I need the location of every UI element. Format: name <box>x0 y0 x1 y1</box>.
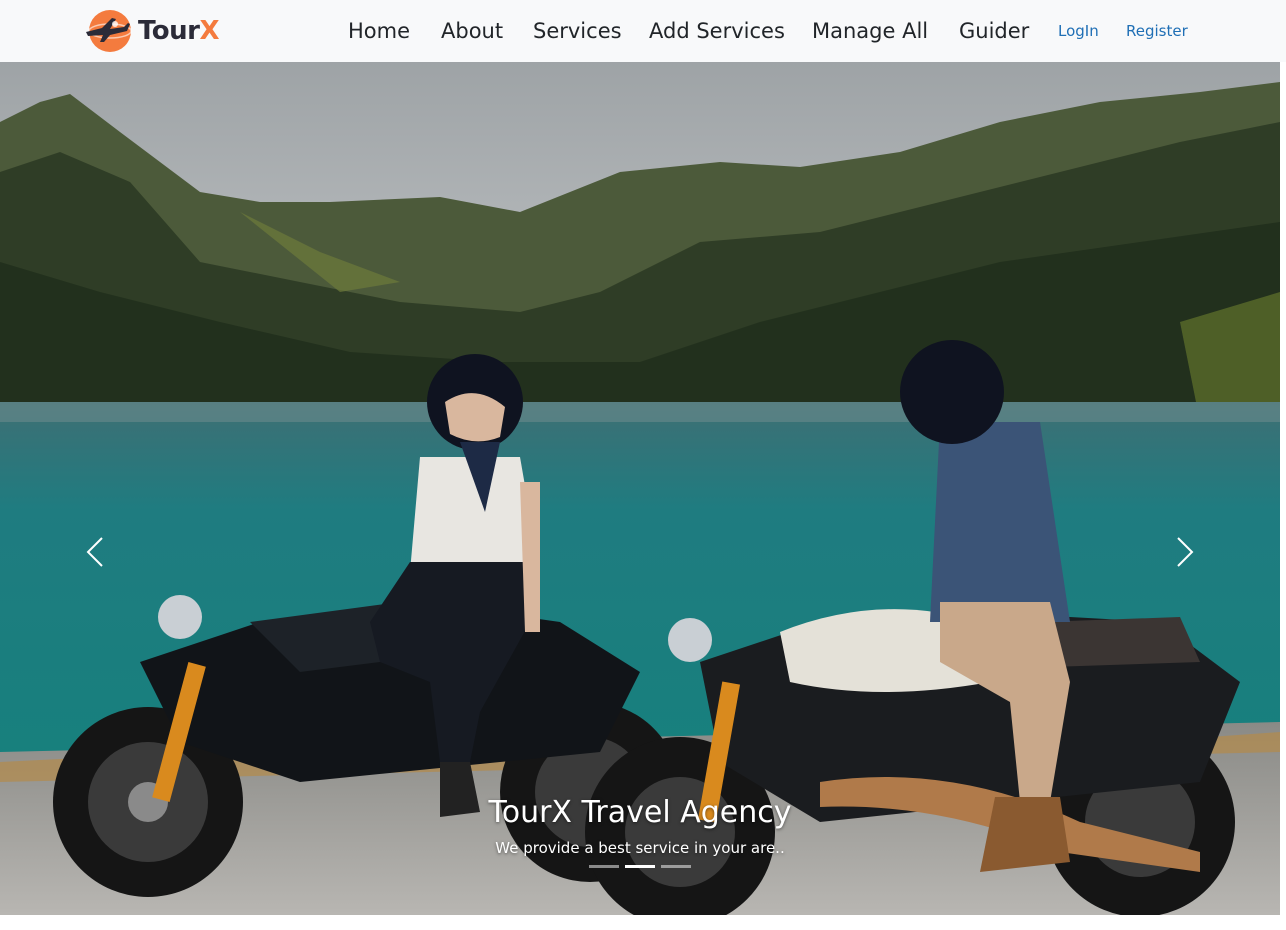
airplane-globe-icon <box>86 10 132 52</box>
nav-register[interactable]: Register <box>1126 21 1188 41</box>
carousel-caption-subtitle: We provide a best service in your are.. <box>495 839 785 857</box>
nav-home[interactable]: Home <box>348 17 410 45</box>
navbar: TourX Home About Services Add Services M… <box>0 0 1286 62</box>
carousel-indicator-1[interactable] <box>589 865 619 868</box>
nav-services[interactable]: Services <box>533 17 622 45</box>
nav-guider[interactable]: Guider <box>959 17 1029 45</box>
hero-carousel: TourX Travel Agency We provide a best se… <box>0 62 1280 915</box>
nav-add-services[interactable]: Add Services <box>649 17 785 45</box>
nav-login[interactable]: LogIn <box>1058 21 1099 41</box>
carousel-indicators <box>589 865 691 868</box>
carousel-indicator-3[interactable] <box>661 865 691 868</box>
carousel-caption-title: TourX Travel Agency <box>488 795 792 830</box>
nav-about[interactable]: About <box>441 17 503 45</box>
nav-manage-all[interactable]: Manage All <box>812 17 928 45</box>
hero-slide-image <box>0 62 1280 915</box>
brand-name: TourX <box>138 16 220 46</box>
chevron-left-icon[interactable] <box>76 532 116 572</box>
carousel-indicator-2[interactable] <box>625 865 655 868</box>
chevron-right-icon[interactable] <box>1164 532 1204 572</box>
brand-logo-link[interactable]: TourX <box>82 8 220 54</box>
